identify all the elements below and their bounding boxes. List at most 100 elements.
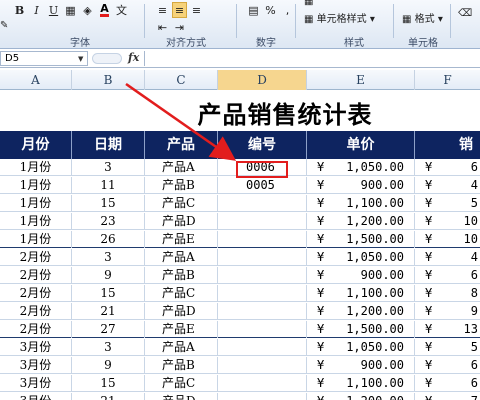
cell-month[interactable]: 2月份 [0, 267, 72, 284]
cell-day[interactable]: 15 [72, 285, 145, 302]
border-icon[interactable]: ▦ [63, 2, 78, 18]
cell-style-button[interactable]: ▦ 单元格样式 ▾ [304, 10, 375, 25]
cell-code[interactable] [218, 321, 307, 338]
cell-product[interactable]: 产品A [145, 339, 218, 356]
error-indicator-icon[interactable] [218, 152, 224, 158]
comma-button[interactable]: , [280, 2, 295, 18]
cell-price[interactable]: ¥1,200.00 [307, 393, 415, 400]
cell-price[interactable]: ¥1,100.00 [307, 375, 415, 392]
cell-month[interactable]: 3月份 [0, 357, 72, 374]
cell-product[interactable]: 产品E [145, 231, 218, 248]
cell-product[interactable]: 产品B [145, 357, 218, 374]
cell-month[interactable]: 1月份 [0, 195, 72, 212]
cell-sales[interactable]: ¥7 [415, 393, 480, 400]
header-product[interactable]: 产品 [145, 131, 218, 159]
cell-product[interactable]: 产品D [145, 393, 218, 400]
cell-day[interactable]: 15 [72, 375, 145, 392]
cell-day[interactable]: 9 [72, 357, 145, 374]
column-header-a[interactable]: A [0, 70, 72, 90]
formula-input[interactable] [144, 51, 480, 66]
cell-code[interactable] [218, 231, 307, 248]
cell-code[interactable] [218, 393, 307, 400]
column-header-d[interactable]: D [218, 70, 307, 90]
cell-sales[interactable]: ¥6 [415, 357, 480, 374]
cell-product[interactable]: 产品B [145, 267, 218, 284]
cell-price[interactable]: ¥1,100.00 [307, 195, 415, 212]
indent-icon[interactable]: ⇤ [155, 19, 170, 35]
align-right-icon[interactable]: ≡ [189, 2, 204, 18]
cell-price[interactable]: ¥1,050.00 [307, 339, 415, 356]
cell-price[interactable]: ¥1,100.00 [307, 285, 415, 302]
cell-sales[interactable]: ¥5 [415, 339, 480, 356]
cell-day[interactable]: 21 [72, 393, 145, 400]
cell-product[interactable]: 产品A [145, 249, 218, 266]
cell-month[interactable]: 1月份 [0, 177, 72, 194]
wen-icon[interactable]: 文 [114, 2, 129, 18]
name-box[interactable]: D5 [0, 51, 88, 66]
cell-sales[interactable]: ¥10 [415, 213, 480, 230]
cell-month[interactable]: 2月份 [0, 285, 72, 302]
clear-icon[interactable]: ⌫ [458, 8, 472, 19]
cell-sales[interactable]: ¥4 [415, 249, 480, 266]
cell-month[interactable]: 2月份 [0, 303, 72, 320]
cell-month[interactable]: 2月份 [0, 321, 72, 338]
cell-product[interactable]: 产品C [145, 285, 218, 302]
cell-month[interactable]: 1月份 [0, 159, 72, 176]
cell-day[interactable]: 3 [72, 249, 145, 266]
cell-price[interactable]: ¥1,200.00 [307, 213, 415, 230]
cell-product[interactable]: 产品E [145, 321, 218, 338]
cell-price[interactable]: ¥900.00 [307, 267, 415, 284]
cell-month[interactable]: 3月份 [0, 375, 72, 392]
cell-sales[interactable]: ¥6 [415, 159, 480, 176]
cell-sales[interactable]: ¥13 [415, 321, 480, 338]
sheet-title[interactable]: 产品销售统计表 [145, 95, 425, 130]
cell-product[interactable]: 产品D [145, 213, 218, 230]
header-month[interactable]: 月份 [0, 131, 72, 159]
column-header-e[interactable]: E [307, 70, 415, 90]
cell-month[interactable]: 3月份 [0, 339, 72, 356]
cell-price[interactable]: ¥900.00 [307, 357, 415, 374]
italic-button[interactable]: I [29, 2, 44, 18]
insert-function-button[interactable]: fx [128, 51, 139, 64]
conditional-format-icon[interactable]: ▦ [304, 0, 313, 7]
cell-day[interactable]: 23 [72, 213, 145, 230]
underline-button[interactable]: U [46, 2, 61, 18]
bold-button[interactable]: B [12, 2, 27, 18]
cell-code[interactable] [218, 213, 307, 230]
formula-bar-splitter[interactable] [92, 53, 122, 64]
cell-code[interactable] [218, 249, 307, 266]
cell-day[interactable]: 3 [72, 159, 145, 176]
cell-code[interactable] [218, 357, 307, 374]
cell-price[interactable]: ¥1,500.00 [307, 231, 415, 248]
fill-color-icon[interactable]: ◈ [80, 2, 95, 18]
cell-product[interactable]: 产品B [145, 177, 218, 194]
cell-code[interactable]: 0005 [218, 177, 307, 194]
align-center-icon[interactable]: ≡ [172, 2, 187, 18]
header-sales[interactable]: 销售 [415, 131, 480, 181]
cell-month[interactable]: 2月份 [0, 249, 72, 266]
cell-day[interactable]: 3 [72, 339, 145, 356]
cell-sales[interactable]: ¥9 [415, 303, 480, 320]
cell-sales[interactable]: ¥8 [415, 285, 480, 302]
cell-product[interactable]: 产品C [145, 195, 218, 212]
font-color-button[interactable]: A [97, 2, 112, 18]
outdent-icon[interactable]: ⇥ [172, 19, 187, 35]
cell-day[interactable]: 26 [72, 231, 145, 248]
chevron-down-icon[interactable]: ▼ [78, 55, 83, 63]
cell-day[interactable]: 27 [72, 321, 145, 338]
cell-code[interactable] [218, 375, 307, 392]
align-left-icon[interactable]: ≡ [155, 2, 170, 18]
cell-code[interactable] [218, 303, 307, 320]
format-button[interactable]: ▦ 格式 ▾ [402, 10, 443, 25]
cell-price[interactable]: ¥900.00 [307, 177, 415, 194]
cell-day[interactable]: 21 [72, 303, 145, 320]
column-header-c[interactable]: C [145, 70, 218, 90]
cell-product[interactable]: 产品A [145, 159, 218, 176]
cell-price[interactable]: ¥1,200.00 [307, 303, 415, 320]
percent-button[interactable]: % [263, 2, 278, 18]
cell-sales[interactable]: ¥6 [415, 267, 480, 284]
cell-sales[interactable]: ¥4 [415, 177, 480, 194]
currency-icon[interactable]: ▤ [246, 2, 261, 18]
cell-sales[interactable]: ¥6 [415, 375, 480, 392]
cell-product[interactable]: 产品C [145, 375, 218, 392]
